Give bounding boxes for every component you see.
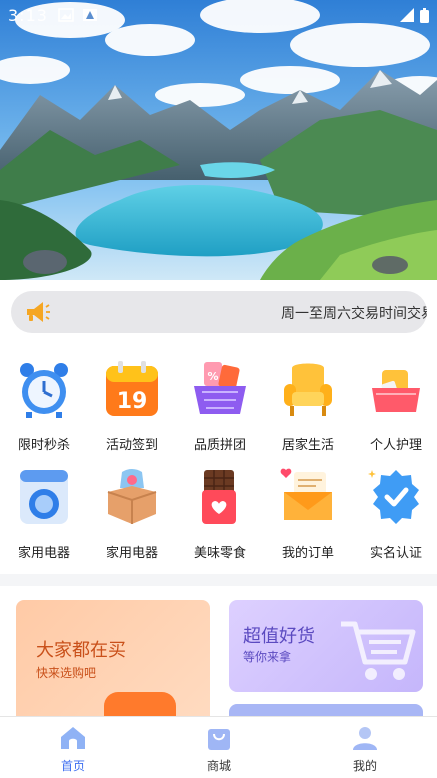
landscape-banner-image (0, 0, 437, 280)
bottom-tab-bar: 首页 商城 我的 (0, 716, 437, 778)
promo-section: 大家都在买 快来选购吧 超值好货 等你来拿 (0, 586, 437, 744)
system-icons (376, 7, 429, 23)
category-label: 限时秒杀 (17, 438, 70, 453)
category-label: 品质拼团 (193, 438, 246, 453)
chocolate-icon (202, 470, 236, 524)
category-grid: 限时秒杀 19 活动签到 % 品质拼团 居家生活 个人护理 家用电器 家用电器 … (0, 346, 437, 574)
category-item-appliances-2[interactable]: 家用电器 (88, 454, 176, 564)
category-label: 居家生活 (281, 438, 334, 453)
promo-title: 超值好货 (243, 626, 315, 647)
battery-icon (420, 7, 429, 23)
category-item-personal-care[interactable]: 个人护理 (352, 346, 437, 456)
verified-badge-icon (368, 470, 419, 524)
armchair-icon (284, 363, 332, 416)
category-label: 家用电器 (105, 546, 158, 561)
tab-label: 商城 (206, 759, 231, 773)
promo-card-value-goods[interactable]: 超值好货 等你来拿 (229, 600, 423, 692)
signal-icon (400, 8, 414, 22)
category-label: 个人护理 (369, 438, 422, 453)
category-label: 实名认证 (369, 546, 422, 561)
profile-icon (353, 727, 377, 750)
hero-banner[interactable]: 3:13 (0, 0, 437, 280)
category-item-flash-sale[interactable]: 限时秒杀 (0, 346, 88, 456)
category-label: 活动签到 (105, 438, 158, 453)
tab-profile[interactable]: 我的 (292, 717, 437, 778)
status-bar: 3:13 (0, 0, 437, 30)
home-screen: 3:13 周一至周六交易时间交易 限时秒杀 19 活动签到 % 品质拼团 居家生… (0, 0, 437, 778)
category-item-home-living[interactable]: 居家生活 (264, 346, 352, 456)
image-notification-icon (58, 8, 74, 22)
svg-text:19: 19 (117, 389, 148, 414)
shopping-basket-icon: % (194, 362, 246, 414)
shopping-bag-icon (208, 729, 230, 750)
category-item-group-buy[interactable]: % 品质拼团 (176, 346, 264, 456)
home-icon (61, 727, 85, 749)
status-time: 3:13 (8, 5, 48, 25)
alarm-clock-icon (20, 363, 68, 418)
promo-subtitle: 等你来拿 (243, 650, 292, 664)
category-item-checkin[interactable]: 19 活动签到 (88, 346, 176, 456)
tab-home[interactable]: 首页 (0, 717, 146, 778)
category-label: 家用电器 (17, 546, 70, 561)
announcement-section: 周一至周六交易时间交易 (0, 280, 437, 346)
notification-icons (58, 8, 98, 22)
promo-subtitle: 快来选购吧 (36, 666, 97, 680)
tab-label: 我的 (352, 759, 377, 773)
category-item-verification[interactable]: 实名认证 (352, 454, 437, 564)
washing-machine-icon (20, 470, 68, 524)
category-item-snacks[interactable]: 美味零食 (176, 454, 264, 564)
announcement-text: 周一至周六交易时间交易 (281, 306, 427, 322)
promo-title: 大家都在买 (36, 640, 126, 661)
open-box-icon (107, 469, 157, 524)
gift-basket-icon (372, 370, 420, 412)
tab-mall[interactable]: 商城 (146, 717, 292, 778)
shopping-cart-icon (341, 621, 416, 680)
category-item-my-orders[interactable]: 我的订单 (264, 454, 352, 564)
announcement-bar[interactable]: 周一至周六交易时间交易 (11, 291, 427, 333)
alert-notification-icon (82, 9, 97, 21)
wifi-icon (376, 11, 385, 21)
tab-label: 首页 (60, 759, 85, 773)
order-envelope-icon (280, 468, 332, 520)
category-label: 美味零食 (193, 546, 246, 561)
calendar-19-icon: 19 (106, 361, 158, 416)
megaphone-icon (27, 302, 50, 322)
category-item-appliances[interactable]: 家用电器 (0, 454, 88, 564)
svg-text:%: % (207, 370, 218, 383)
category-label: 我的订单 (281, 546, 334, 561)
